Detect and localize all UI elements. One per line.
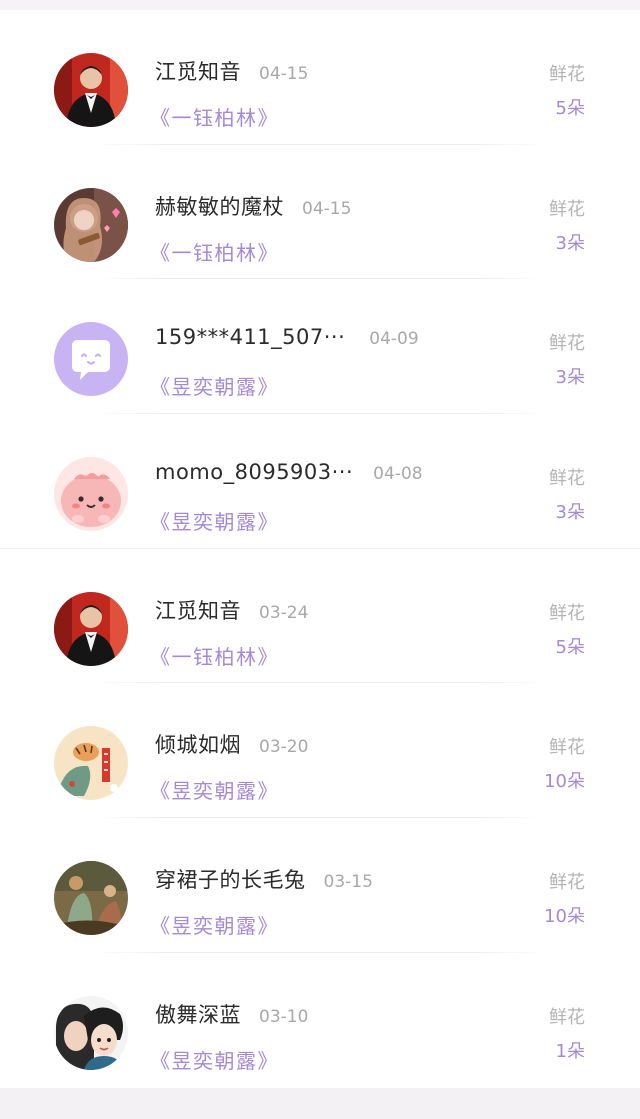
- username[interactable]: 江觅知音: [155, 595, 241, 625]
- book-title-link[interactable]: 《一钰柏林》: [150, 102, 279, 131]
- gift-type-label: 鲜花: [549, 1006, 585, 1028]
- username[interactable]: 倾城如烟: [155, 729, 241, 759]
- list-item[interactable]: momo_8095903··· 04-08 《昱奕朝露》 鲜花 3朵: [0, 414, 640, 549]
- gift-count: 10朵: [544, 771, 585, 793]
- avatar[interactable]: [54, 322, 128, 397]
- anime-couple-avatar-icon: [54, 995, 128, 1070]
- name-line: 159***411_507··· 04-09: [155, 325, 419, 349]
- username[interactable]: 傲舞深蓝: [155, 999, 241, 1029]
- gift-count: 10朵: [544, 906, 585, 928]
- book-title-link[interactable]: 《一钰柏林》: [150, 641, 279, 670]
- man-in-tuxedo-avatar-icon: [54, 591, 128, 666]
- gift-date: 03-20: [259, 737, 309, 758]
- gift-type-label: 鲜花: [549, 737, 585, 759]
- gift-date: 03-24: [259, 602, 309, 623]
- gift-type-label: 鲜花: [549, 872, 585, 894]
- gift-type-label: 鲜花: [549, 198, 585, 220]
- username[interactable]: momo_8095903···: [155, 460, 353, 484]
- avatar[interactable]: [54, 726, 128, 801]
- gift-count: 3朵: [555, 232, 585, 254]
- default-chat-bubble-avatar-icon: [54, 322, 128, 397]
- gift-date: 03-10: [259, 1006, 309, 1027]
- username[interactable]: 159***411_507···: [155, 325, 345, 349]
- gift-type-label: 鲜花: [549, 468, 585, 490]
- tiger-illustration-avatar-icon: [54, 726, 128, 801]
- pink-cartoon-avatar-icon: [54, 457, 128, 532]
- username[interactable]: 赫敏敏的魔杖: [155, 191, 284, 221]
- username[interactable]: 江觅知音: [155, 56, 241, 86]
- book-title-link[interactable]: 《昱奕朝露》: [150, 506, 279, 535]
- list-item[interactable]: 江觅知音 04-15 《一钰柏林》 鲜花 5朵: [0, 10, 640, 145]
- name-line: momo_8095903··· 04-08: [155, 460, 423, 484]
- man-in-tuxedo-avatar-icon: [54, 53, 128, 127]
- gift-count: 5朵: [555, 98, 585, 119]
- avatar[interactable]: [54, 457, 128, 532]
- girl-photo-avatar-icon: [54, 187, 128, 262]
- name-line: 江觅知音 03-24: [155, 595, 308, 625]
- avatar[interactable]: [54, 591, 128, 666]
- book-title-link[interactable]: 《昱奕朝露》: [150, 910, 279, 939]
- name-line: 倾城如烟 03-20: [155, 729, 308, 759]
- avatar[interactable]: [54, 861, 128, 936]
- gift-date: 03-15: [323, 872, 373, 893]
- name-line: 江觅知音 04-15: [155, 56, 308, 86]
- gift-count: 3朵: [555, 367, 585, 389]
- book-title-link[interactable]: 《昱奕朝露》: [150, 1045, 279, 1074]
- book-title-link[interactable]: 《昱奕朝露》: [150, 775, 279, 804]
- gift-date: 04-15: [302, 198, 352, 219]
- gift-type-label: 鲜花: [549, 333, 585, 355]
- name-line: 赫敏敏的魔杖 04-15: [155, 191, 351, 221]
- gift-count: 3朵: [555, 502, 585, 524]
- painting-avatar-icon: [54, 861, 128, 936]
- list-item[interactable]: 159***411_507··· 04-09 《昱奕朝露》 鲜花 3朵: [0, 279, 640, 415]
- gift-date: 04-15: [259, 64, 309, 84]
- gift-type-label: 鲜花: [549, 64, 585, 85]
- name-line: 穿裙子的长毛兔 03-15: [155, 864, 373, 894]
- book-title-link[interactable]: 《一钰柏林》: [150, 237, 279, 266]
- gift-type-label: 鲜花: [549, 602, 585, 624]
- list-item[interactable]: 江觅知音 03-24 《一钰柏林》 鲜花 5朵: [0, 549, 640, 684]
- gift-date: 04-08: [373, 464, 423, 485]
- gift-count: 5朵: [555, 636, 585, 658]
- gift-count: 1朵: [555, 1040, 585, 1062]
- list-item[interactable]: 赫敏敏的魔杖 04-15 《一钰柏林》 鲜花 3朵: [0, 145, 640, 280]
- avatar[interactable]: [54, 995, 128, 1070]
- username[interactable]: 穿裙子的长毛兔: [155, 864, 306, 894]
- avatar[interactable]: [54, 53, 128, 127]
- list-item[interactable]: 倾城如烟 03-20 《昱奕朝露》 鲜花 10朵: [0, 683, 640, 819]
- flower-gift-list: 江觅知音 04-15 《一钰柏林》 鲜花 5朵 赫敏敏的魔杖 04-15 《一钰: [0, 10, 640, 1088]
- book-title-link[interactable]: 《昱奕朝露》: [150, 371, 279, 400]
- top-strip: [0, 0, 640, 10]
- list-item[interactable]: 穿裙子的长毛兔 03-15 《昱奕朝露》 鲜花 10朵: [0, 818, 640, 953]
- name-line: 傲舞深蓝 03-10: [155, 999, 308, 1029]
- gift-date: 04-09: [369, 329, 419, 350]
- list-item[interactable]: 傲舞深蓝 03-10 《昱奕朝露》 鲜花 1朵: [0, 953, 640, 1088]
- avatar[interactable]: [54, 187, 128, 262]
